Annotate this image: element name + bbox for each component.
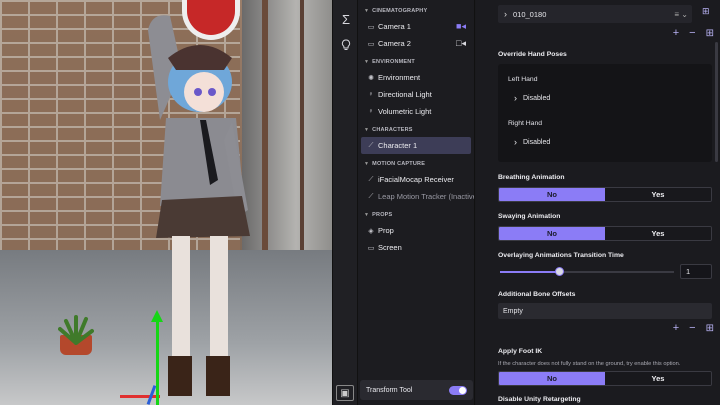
section-environment[interactable]: ▼ ENVIRONMENT xyxy=(358,55,474,69)
chevron-down-icon: ▼ xyxy=(364,59,370,65)
foot-ik-note: If the character does not fully stand on… xyxy=(498,361,681,367)
breathing-toggle: No Yes xyxy=(498,187,712,202)
character-model[interactable] xyxy=(120,10,260,405)
hierarchy-item-camera-1[interactable]: ▭ Camera 1 ■◂ xyxy=(358,18,474,35)
sigma-icon[interactable]: Σ xyxy=(333,6,359,32)
hierarchy-item-directional-light[interactable]: ♀ Directional Light xyxy=(358,86,474,103)
transition-time-slider[interactable] xyxy=(500,267,674,276)
camera-icon: ▭ xyxy=(367,23,375,31)
section-characters[interactable]: ▼ CHARACTERS xyxy=(358,123,474,137)
swaying-label: Swaying Animation xyxy=(498,213,561,220)
disable-retargeting-label: Disable Unity Retargeting xyxy=(498,396,581,403)
add-icon[interactable]: + xyxy=(673,322,679,334)
camera-icon: ▭ xyxy=(367,40,375,48)
transition-time-input[interactable]: 1 xyxy=(680,264,712,279)
transform-tool-bar: Transform Tool xyxy=(360,380,473,400)
hierarchy-item-prop[interactable]: ◈ Prop xyxy=(358,222,474,239)
menu-icon[interactable]: ≡ ⌄ xyxy=(674,10,688,19)
hierarchy-item-leap-motion[interactable]: ⟋ Leap Motion Tracker (Inactive) xyxy=(358,188,474,205)
chevron-right-icon: › xyxy=(514,93,517,103)
bone-offsets-controls: + − ⊞ xyxy=(673,322,714,334)
breathing-no-button[interactable]: No xyxy=(499,188,605,201)
transform-tool-label: Transform Tool xyxy=(366,386,413,394)
person-icon: ⟋ xyxy=(368,141,374,149)
inspector-panel: › 010_0180 ≡ ⌄ ⊞ + − ⊞ Override Hand Pos… xyxy=(476,0,720,405)
chevron-down-icon: ▼ xyxy=(364,127,370,133)
foot-ik-no-button[interactable]: No xyxy=(499,372,605,385)
breathing-yes-button[interactable]: Yes xyxy=(605,188,711,201)
foot-ik-yes-button[interactable]: Yes xyxy=(605,372,711,385)
gizmo-x-axis[interactable] xyxy=(120,395,160,398)
bulb-icon[interactable] xyxy=(333,32,359,58)
grid-icon[interactable]: ⊞ xyxy=(702,6,710,17)
transition-time-label: Overlaying Animations Transition Time xyxy=(498,252,624,259)
apply-foot-ik-label: Apply Foot IK xyxy=(498,348,543,355)
mocap-icon: ⟋ xyxy=(368,175,374,183)
override-hand-poses-label: Override Hand Poses xyxy=(498,51,567,58)
chevron-down-icon: ▼ xyxy=(364,161,370,167)
section-cinematography[interactable]: ▼ CINEMATOGRAPHY xyxy=(358,4,474,18)
left-hand-dropdown[interactable]: › Disabled xyxy=(514,93,550,103)
cube-icon: ◈ xyxy=(368,227,374,235)
hierarchy-item-camera-2[interactable]: ▭ Camera 2 □◂ xyxy=(358,35,474,52)
grid-icon[interactable]: ⊞ xyxy=(706,28,714,39)
animation-clip-value: 010_0180 xyxy=(513,9,547,19)
add-icon[interactable]: + xyxy=(673,27,679,39)
slider-thumb[interactable] xyxy=(555,267,565,276)
bone-offsets-label: Additional Bone Offsets xyxy=(498,291,576,298)
hierarchy-item-screen[interactable]: ▭ Screen xyxy=(358,239,474,256)
mocap-icon: ⟋ xyxy=(368,192,374,200)
breathing-label: Breathing Animation xyxy=(498,174,565,181)
gizmo-y-axis[interactable] xyxy=(151,310,163,405)
grid-icon[interactable]: ⊞ xyxy=(706,323,714,334)
transform-tool-toggle[interactable] xyxy=(449,385,467,395)
side-icon-bar: Σ xyxy=(332,0,358,405)
gear-icon: ✺ xyxy=(368,74,374,82)
hierarchy-item-volumetric-light[interactable]: ♀ Volumetric Light xyxy=(358,103,474,120)
section-props[interactable]: ▼ PROPS xyxy=(358,208,474,222)
hand-poses-card: Left Hand › Disabled Right Hand › Disabled xyxy=(498,64,712,162)
chevron-right-icon: › xyxy=(514,137,517,147)
chevron-right-icon: › xyxy=(504,9,507,19)
plant xyxy=(58,315,94,345)
hierarchy-item-ifacialmocap[interactable]: ⟋ iFacialMocap Receiver xyxy=(358,171,474,188)
remove-icon[interactable]: − xyxy=(689,27,695,39)
remove-icon[interactable]: − xyxy=(689,322,695,334)
bulb-icon: ♀ xyxy=(368,108,374,115)
section-motion-capture[interactable]: ▼ MOTION CAPTURE xyxy=(358,157,474,171)
foot-ik-toggle: No Yes xyxy=(498,371,712,386)
scene-hierarchy-panel: ▼ CINEMATOGRAPHY ▭ Camera 1 ■◂ ▭ Camera 2 □◂ … xyxy=(358,0,475,405)
chevron-down-icon: ▼ xyxy=(364,8,370,14)
animation-clip-field[interactable]: › 010_0180 ≡ ⌄ xyxy=(498,5,692,23)
inspector-scrollbar[interactable] xyxy=(715,42,718,162)
twitch-icon[interactable]: ▣ xyxy=(336,385,354,401)
bone-offsets-list[interactable]: Empty xyxy=(498,303,712,319)
swaying-yes-button[interactable]: Yes xyxy=(605,227,711,240)
hierarchy-item-environment[interactable]: ✺ Environment xyxy=(358,69,474,86)
scene-viewport[interactable] xyxy=(0,0,332,405)
left-hand-label: Left Hand xyxy=(508,76,538,83)
right-hand-dropdown[interactable]: › Disabled xyxy=(514,137,550,147)
swaying-no-button[interactable]: No xyxy=(499,227,605,240)
chevron-down-icon: ▼ xyxy=(364,212,370,218)
video-inactive-icon[interactable]: □◂ xyxy=(456,38,466,49)
video-active-icon[interactable]: ■◂ xyxy=(456,21,466,32)
swaying-toggle: No Yes xyxy=(498,226,712,241)
clip-list-controls: + − ⊞ xyxy=(673,27,714,39)
right-hand-label: Right Hand xyxy=(508,120,543,127)
screen-icon: ▭ xyxy=(367,244,375,252)
bulb-icon: ♀ xyxy=(368,91,374,98)
slider-fill xyxy=(500,271,560,273)
hierarchy-item-character-1[interactable]: ⟋ Character 1 xyxy=(361,137,471,154)
